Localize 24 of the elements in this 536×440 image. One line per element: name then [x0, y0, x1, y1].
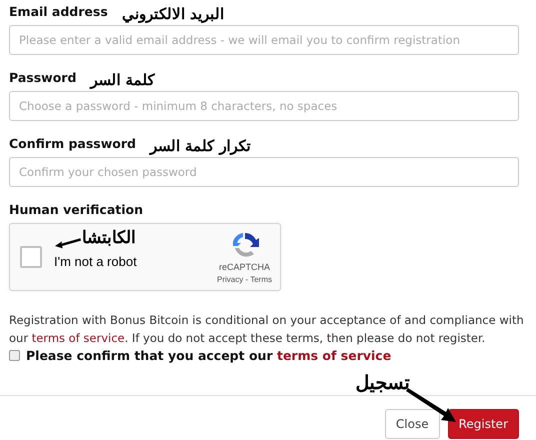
input-field[interactable]: Choose a password - minimum 8 characters, no spaces: [9, 91, 519, 121]
field-label: Email address: [9, 3, 108, 21]
input-field[interactable]: Confirm your chosen password: [9, 157, 519, 187]
terms-link[interactable]: terms of service: [32, 331, 125, 345]
checkbox-label: I'm not a robot: [54, 254, 137, 268]
privacy-terms-link[interactable]: Privacy - Terms: [217, 275, 272, 284]
terms-link[interactable]: terms of service: [276, 348, 392, 363]
register-button[interactable]: Register: [448, 409, 519, 439]
annotation-text: الكابتشا: [82, 228, 136, 248]
arrow-icon: [55, 236, 81, 250]
field-label: Confirm password: [9, 135, 136, 153]
accept-checkbox[interactable]: [9, 350, 20, 361]
terms-paragraph: Registration with Bonus Bitcoin is conditional on your acceptance of and compliance with our terms of service. If you do not accept these terms, then please do not register.: [9, 312, 525, 347]
section-label: Human verification: [9, 201, 144, 219]
annotation-text: البريد الالكتروني: [122, 5, 224, 23]
field-label: Password: [9, 69, 76, 87]
input-field[interactable]: Please enter a valid email address - we will email you to confirm registration: [9, 25, 519, 55]
captcha-checkbox[interactable]: [20, 246, 42, 268]
close-button[interactable]: Close: [384, 409, 440, 439]
accept-label: Please confirm that you accept our terms of service: [26, 348, 392, 363]
annotation-text: تسجيل: [356, 373, 410, 393]
annotation-text: تكرار كلمة السر: [150, 137, 250, 155]
brand-text: reCAPTCHA: [219, 262, 270, 272]
annotation-text: كلمة السر: [90, 71, 155, 89]
